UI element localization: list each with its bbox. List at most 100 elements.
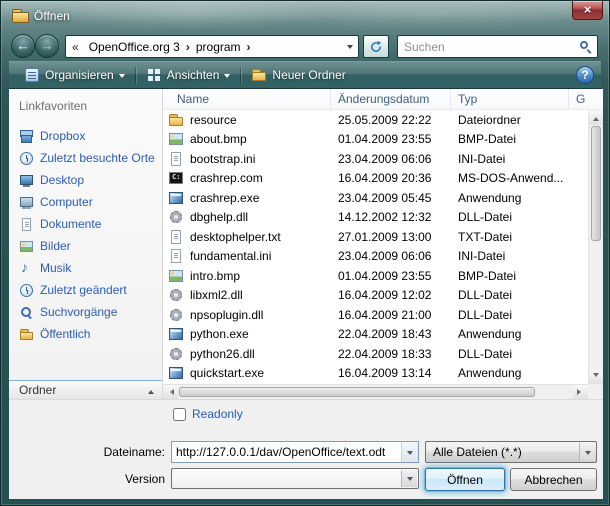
horizontal-scrollbar[interactable]: [163, 384, 588, 399]
new-folder-button[interactable]: Neuer Ordner: [243, 64, 353, 86]
file-date: 23.04.2009 06:06: [331, 152, 451, 166]
sidebar-item[interactable]: Dokumente: [9, 213, 162, 235]
forward-arrow-icon: [41, 39, 54, 53]
file-name: resource: [184, 113, 331, 127]
file-row[interactable]: npsoplugin.dll 16.04.2009 21:00 DLL-Date…: [163, 305, 588, 325]
file-name: libxml2.dll: [184, 288, 331, 302]
readonly-label[interactable]: Readonly: [192, 407, 243, 421]
scroll-right-button[interactable]: [573, 385, 588, 399]
filename-dropdown-button[interactable]: [401, 442, 418, 462]
file-name: fundamental.ini: [184, 249, 331, 263]
file-row[interactable]: resource 25.05.2009 22:22 Dateiordner: [163, 110, 588, 130]
help-button[interactable]: [576, 66, 594, 84]
horizontal-scroll-thumb[interactable]: [179, 387, 535, 397]
sidebar-item-icon: [19, 129, 34, 144]
file-row[interactable]: fundamental.ini 23.04.2009 06:06 INI-Dat…: [163, 247, 588, 267]
sidebar-item[interactable]: Desktop: [9, 169, 162, 191]
sidebar-item-icon: [19, 327, 34, 342]
cancel-button[interactable]: Abbrechen: [510, 468, 597, 491]
scroll-down-button[interactable]: [589, 369, 603, 384]
scroll-left-button[interactable]: [163, 385, 178, 399]
sidebar-item[interactable]: Dropbox: [9, 125, 162, 147]
close-button[interactable]: [572, 1, 603, 20]
breadcrumb-segment[interactable]: program: [191, 39, 246, 55]
file-row[interactable]: dbghelp.dll 14.12.2002 12:32 DLL-Datei: [163, 208, 588, 228]
favorites-header: Linkfavoriten: [9, 89, 162, 119]
breadcrumb-segment[interactable]: OpenOffice.org 3: [84, 39, 185, 55]
chevron-down-icon: [407, 451, 413, 458]
open-folder-icon: [12, 9, 29, 23]
arrow-up-icon: [593, 114, 599, 121]
file-name: intro.bmp: [184, 269, 331, 283]
file-row[interactable]: python26.dll 22.04.2009 18:33 DLL-Datei: [163, 344, 588, 364]
sidebar-item-icon: [19, 283, 34, 298]
file-icon: [168, 365, 184, 381]
open-button[interactable]: Öffnen: [425, 468, 505, 491]
forward-button[interactable]: [35, 34, 59, 58]
file-name: dbghelp.dll: [184, 210, 331, 224]
file-type: Anwendung: [451, 191, 569, 205]
back-button[interactable]: [11, 34, 35, 58]
file-row[interactable]: intro.bmp 01.04.2009 23:55 BMP-Datei: [163, 266, 588, 286]
vertical-scroll-thumb[interactable]: [591, 126, 601, 241]
main-content: Linkfavoriten Dropbox Zuletzt besuchte O…: [9, 89, 603, 399]
file-row[interactable]: bootstrap.ini 23.04.2009 06:06 INI-Datei: [163, 149, 588, 169]
file-row[interactable]: about.bmp 01.04.2009 23:55 BMP-Datei: [163, 130, 588, 150]
file-type: MS-DOS-Anwend...: [451, 171, 569, 185]
views-label: Ansichten: [167, 68, 220, 82]
sidebar-item[interactable]: Zuletzt geändert: [9, 279, 162, 301]
folders-expander[interactable]: Ordner: [9, 380, 162, 399]
views-button[interactable]: Ansichten: [138, 64, 239, 86]
refresh-icon: [369, 40, 383, 54]
breadcrumb-dropdown-button[interactable]: [341, 41, 358, 52]
chevron-down-icon: [407, 477, 413, 484]
sidebar-item[interactable]: Zuletzt besuchte Orte: [9, 147, 162, 169]
sidebar-item[interactable]: Computer: [9, 191, 162, 213]
file-date: 01.04.2009 23:55: [331, 269, 451, 283]
sidebar-item-icon: [19, 239, 34, 254]
readonly-checkbox[interactable]: [173, 408, 186, 421]
file-row[interactable]: crashrep.com 16.04.2009 20:36 MS-DOS-Anw…: [163, 169, 588, 189]
breadcrumb-separator-icon[interactable]: [246, 40, 252, 54]
column-header-date[interactable]: Änderungsdatum: [331, 89, 451, 109]
vertical-scrollbar[interactable]: [588, 110, 603, 384]
file-type: Dateiordner: [451, 113, 569, 127]
column-header-name[interactable]: Name: [163, 89, 331, 109]
version-dropdown-button[interactable]: [401, 470, 417, 487]
breadcrumb-overflow-icon[interactable]: [66, 40, 84, 54]
sidebar-item[interactable]: Bilder: [9, 235, 162, 257]
file-row[interactable]: desktophelper.txt 27.01.2009 13:00 TXT-D…: [163, 227, 588, 247]
file-date: 16.04.2009 20:36: [331, 171, 451, 185]
file-row[interactable]: quickstart.exe 16.04.2009 13:14 Anwendun…: [163, 364, 588, 384]
version-combobox[interactable]: [171, 468, 419, 489]
scroll-up-button[interactable]: [589, 110, 603, 125]
file-row[interactable]: libxml2.dll 16.04.2009 12:02 DLL-Datei: [163, 286, 588, 306]
search-input[interactable]: [400, 37, 573, 56]
file-icon: [168, 326, 184, 342]
sidebar-item[interactable]: Suchvorgänge: [9, 301, 162, 323]
column-header-size[interactable]: G: [569, 89, 603, 109]
file-row[interactable]: python.exe 22.04.2009 18:43 Anwendung: [163, 325, 588, 345]
file-date: 27.01.2009 13:00: [331, 230, 451, 244]
file-name: quickstart.exe: [184, 366, 331, 380]
sidebar-item[interactable]: Öffentlich: [9, 323, 162, 345]
sidebar-item-icon: [19, 173, 34, 188]
chevron-down-icon: [347, 45, 353, 52]
file-type: Anwendung: [451, 366, 569, 380]
organize-button[interactable]: Organisieren: [16, 64, 133, 86]
filetype-dropdown-button[interactable]: [579, 443, 595, 461]
sidebar-item[interactable]: Musik: [9, 257, 162, 279]
refresh-button[interactable]: [363, 35, 389, 58]
toolbar-separator: [240, 67, 241, 84]
sidebar-item-icon: [19, 305, 34, 320]
file-type: DLL-Datei: [451, 288, 569, 302]
file-row[interactable]: crashrep.exe 23.04.2009 05:45 Anwendung: [163, 188, 588, 208]
file-list-pane: Name Änderungsdatum Typ G resource 25.05…: [163, 89, 603, 399]
breadcrumb: OpenOffice.org 3 program: [65, 35, 359, 58]
arrow-right-icon: [577, 389, 584, 395]
filename-input[interactable]: [173, 443, 400, 461]
file-icon: [168, 307, 184, 323]
filetype-combobox[interactable]: Alle Dateien (*.*): [425, 441, 597, 463]
column-header-type[interactable]: Typ: [451, 89, 569, 109]
search-icon[interactable]: [580, 41, 588, 49]
